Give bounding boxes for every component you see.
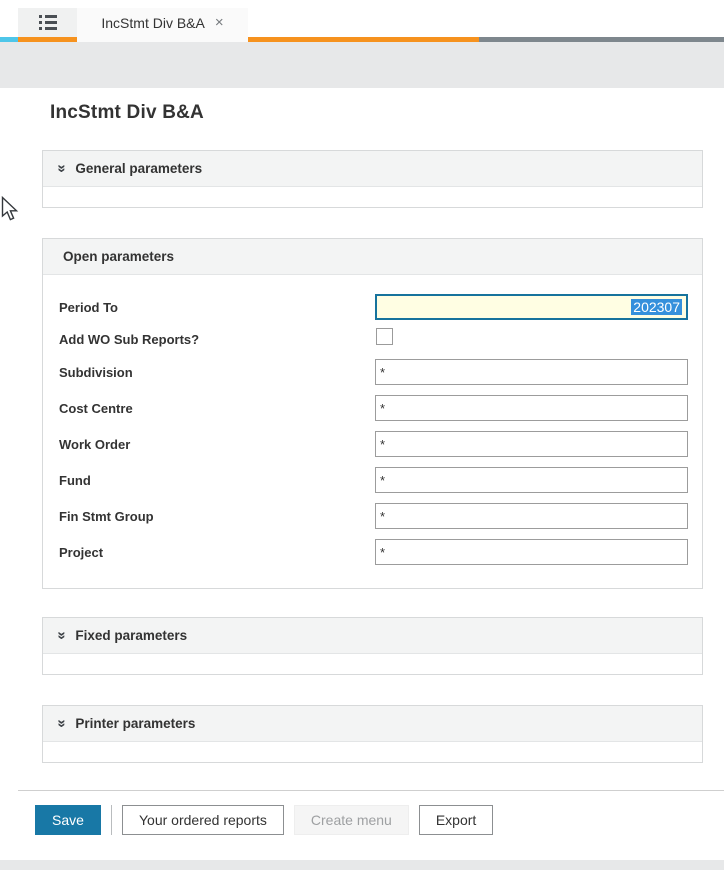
workspace-background (0, 42, 724, 88)
field-control (376, 328, 688, 350)
tab-bar: IncStmt Div B&A × (0, 0, 724, 37)
section-header-printer-parameters[interactable]: » Printer parameters (43, 706, 702, 742)
stripe-segment-4 (479, 37, 724, 42)
field-row-period-to: Period To 202307 (59, 294, 688, 320)
section-fixed-parameters: » Fixed parameters (42, 617, 703, 675)
field-row-add-wo-sub-reports: Add WO Sub Reports? (59, 330, 688, 348)
stripe-segment-0 (0, 37, 18, 42)
mouse-cursor (1, 196, 19, 223)
subdivision-input[interactable]: * (375, 359, 688, 385)
button-separator (111, 805, 112, 835)
collapse-chevron-icon: » (55, 631, 70, 639)
fin-stmt-group-input[interactable]: * (375, 503, 688, 529)
input-value: 202307 (631, 299, 682, 315)
report-form-panel: IncStmt Div B&A » General parameters Ope… (18, 102, 724, 860)
work-order-input[interactable]: * (375, 431, 688, 457)
tab-label: IncStmt Div B&A (101, 15, 204, 31)
accent-stripe (0, 37, 724, 42)
save-button[interactable]: Save (35, 805, 101, 835)
input-value: * (380, 365, 385, 380)
field-row-fin-stmt-group: Fin Stmt Group * (59, 503, 688, 529)
section-title: Open parameters (63, 249, 174, 264)
input-value: * (380, 437, 385, 452)
input-value: * (380, 509, 385, 524)
stripe-segment-1 (18, 37, 77, 42)
section-body-fixed (43, 654, 702, 674)
section-title: Fixed parameters (75, 628, 187, 643)
field-row-fund: Fund * (59, 467, 688, 493)
period-to-input[interactable]: 202307 (375, 294, 688, 320)
section-printer-parameters: » Printer parameters (42, 705, 703, 763)
action-button-row: Save Your ordered reports Create menu Expor… (35, 805, 703, 835)
field-label-subdivision: Subdivision (59, 365, 375, 380)
menu-tab[interactable] (18, 8, 77, 37)
list-menu-icon (39, 15, 57, 30)
field-label-project: Project (59, 545, 375, 560)
field-row-project: Project * (59, 539, 688, 565)
field-row-cost-centre: Cost Centre * (59, 395, 688, 421)
section-open-parameters: Open parameters Period To 202307 Add WO Su… (42, 238, 703, 589)
your-ordered-reports-button[interactable]: Your ordered reports (122, 805, 284, 835)
field-control: * (375, 431, 688, 457)
field-label-cost-centre: Cost Centre (59, 401, 375, 416)
section-title: General parameters (75, 161, 202, 176)
field-control: * (375, 359, 688, 385)
input-value: * (380, 545, 385, 560)
field-control: * (375, 395, 688, 421)
section-header-fixed-parameters[interactable]: » Fixed parameters (43, 618, 702, 654)
cost-centre-input[interactable]: * (375, 395, 688, 421)
field-control: * (375, 467, 688, 493)
add-wo-sub-reports-checkbox[interactable] (376, 328, 393, 345)
field-row-work-order: Work Order * (59, 431, 688, 457)
field-label-work-order: Work Order (59, 437, 375, 452)
create-menu-button: Create menu (294, 805, 409, 835)
stripe-segment-2 (77, 37, 248, 42)
section-title: Printer parameters (75, 716, 195, 731)
tab-incstmt-div-ba[interactable]: IncStmt Div B&A × (77, 8, 248, 37)
collapse-chevron-icon: » (55, 164, 70, 172)
section-general-parameters: » General parameters (42, 150, 703, 208)
section-header-general-parameters[interactable]: » General parameters (43, 151, 702, 187)
field-label-fund: Fund (59, 473, 375, 488)
parameter-fields: Period To 202307 Add WO Sub Reports? Subdiv… (43, 275, 702, 588)
collapse-chevron-icon: » (55, 719, 70, 727)
field-label-add-wo-sub-reports: Add WO Sub Reports? (59, 332, 376, 347)
bottom-background-strip (0, 860, 724, 870)
field-label-fin-stmt-group: Fin Stmt Group (59, 509, 375, 524)
section-body-general (43, 187, 702, 207)
close-icon[interactable]: × (215, 15, 224, 30)
page-title: IncStmt Div B&A (50, 102, 703, 124)
export-button[interactable]: Export (419, 805, 493, 835)
field-control: * (375, 503, 688, 529)
project-input[interactable]: * (375, 539, 688, 565)
field-label-period-to: Period To (59, 300, 375, 315)
field-control: * (375, 539, 688, 565)
field-control: 202307 (375, 294, 688, 320)
input-value: * (380, 401, 385, 416)
stripe-segment-3 (248, 37, 479, 42)
fund-input[interactable]: * (375, 467, 688, 493)
field-row-subdivision: Subdivision * (59, 359, 688, 385)
section-body-open: Period To 202307 Add WO Sub Reports? Subdiv… (43, 275, 702, 588)
section-body-printer (43, 742, 702, 762)
section-header-open-parameters: Open parameters (43, 239, 702, 275)
footer-divider (18, 790, 724, 791)
input-value: * (380, 473, 385, 488)
